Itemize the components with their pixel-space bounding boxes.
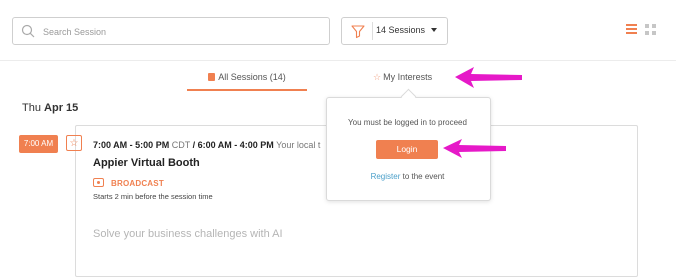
- filter-divider: [372, 22, 373, 40]
- sessions-count-label: 14 Sessions: [376, 25, 426, 35]
- register-link[interactable]: Register: [371, 172, 401, 181]
- search-box[interactable]: [12, 17, 330, 45]
- login-button[interactable]: Login: [376, 140, 438, 159]
- tab-all-sessions[interactable]: All Sessions (14): [187, 72, 307, 91]
- book-icon: [208, 73, 216, 81]
- session-tz-user: Your local t: [276, 140, 321, 150]
- list-view-icon[interactable]: [626, 24, 637, 34]
- chevron-down-icon: [431, 28, 437, 32]
- time-separator: /: [192, 140, 196, 150]
- sessions-filter-dropdown[interactable]: 14 Sessions: [341, 17, 448, 45]
- session-time: 7:00 AM - 5:00 PM CDT / 6:00 AM - 4:00 P…: [93, 140, 320, 150]
- annotation-arrow-login: [443, 139, 506, 158]
- login-required-message: You must be logged in to proceed: [348, 118, 467, 127]
- active-tab-indicator: [187, 89, 307, 91]
- search-input[interactable]: [41, 22, 325, 42]
- favorite-star-icon[interactable]: ☆: [66, 135, 82, 151]
- date-value: Apr 15: [44, 102, 79, 114]
- session-description: Solve your business challenges with AI: [93, 228, 283, 240]
- annotation-arrow-my-interests: [455, 67, 522, 88]
- tab-my-interests-label: My Interests: [383, 72, 433, 82]
- session-tz-local: CDT: [171, 140, 191, 150]
- session-time-user: 6:00 AM - 4:00 PM: [197, 140, 274, 150]
- tab-all-sessions-label: All Sessions (14): [218, 72, 286, 82]
- funnel-icon: [351, 25, 365, 39]
- grid-view-icon[interactable]: [645, 24, 656, 35]
- session-title[interactable]: Appier Virtual Booth: [93, 157, 200, 169]
- session-time-local: 7:00 AM - 5:00 PM: [93, 140, 170, 150]
- register-text: Register to the event: [326, 172, 489, 181]
- broadcast-icon: [93, 178, 104, 187]
- broadcast-label: BROADCAST: [111, 179, 164, 188]
- star-icon: ☆: [373, 72, 382, 82]
- session-start-note: Starts 2 min before the session time: [93, 192, 213, 201]
- tab-my-interests[interactable]: ☆ My Interests: [373, 72, 432, 88]
- header-divider: [0, 60, 676, 61]
- register-suffix: to the event: [400, 172, 445, 181]
- date-day: Thu: [22, 102, 41, 114]
- time-badge: 7:00 AM: [19, 135, 58, 153]
- search-icon: [21, 24, 35, 38]
- date-heading: Thu Apr 15: [22, 102, 78, 114]
